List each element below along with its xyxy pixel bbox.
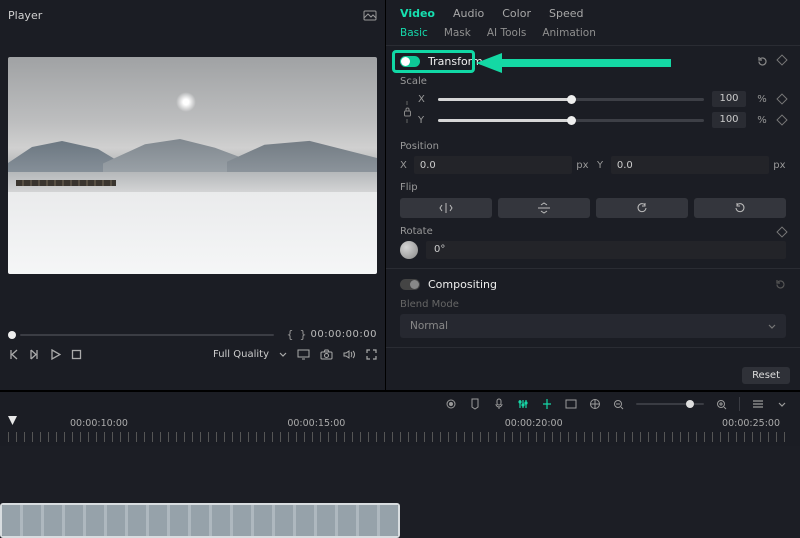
display-icon[interactable] [297,349,310,360]
subtab-basic[interactable]: Basic [400,27,428,39]
reset-section-icon[interactable] [757,56,768,67]
compositing-toggle[interactable] [400,279,420,290]
scale-y-slider[interactable] [438,119,704,122]
video-preview[interactable] [8,57,377,274]
timeline-ruler[interactable]: 00:00:10:00 00:00:15:00 00:00:20:00 00:0… [0,416,800,446]
position-label: Position [400,141,786,152]
rotate-cw-button[interactable] [694,198,786,218]
timeline-tracks[interactable] [0,446,800,538]
mixer-icon[interactable] [516,398,529,411]
flip-vertical-button[interactable] [498,198,590,218]
inspector-top-tabs: Video Audio Color Speed [386,0,800,23]
rotate-label: Rotate [400,226,433,237]
transform-toggle[interactable] [400,56,420,67]
scale-x-slider[interactable] [438,98,704,101]
scale-y-keyframe[interactable] [778,116,786,124]
player-timecode: 00:00:00:00 [310,329,377,340]
ruler-mark: 00:00:15:00 [287,418,345,429]
timeline-toolbar [0,392,800,416]
inspector-sub-tabs: Basic Mask AI Tools Animation [386,23,800,46]
lock-aspect-icon[interactable] [403,107,412,117]
subtab-animation[interactable]: Animation [542,27,596,39]
guide-icon[interactable] [588,398,601,411]
snapshot-icon[interactable] [363,10,377,21]
blend-mode-label: Blend Mode [400,299,786,310]
flip-horizontal-button[interactable] [400,198,492,218]
fullscreen-icon[interactable] [366,349,377,360]
frame-icon[interactable] [564,398,577,411]
next-frame-button[interactable] [29,349,40,360]
stop-button[interactable] [71,349,82,360]
tab-speed[interactable]: Speed [549,7,583,20]
subtab-mask[interactable]: Mask [444,27,471,39]
playhead[interactable] [8,416,17,425]
tab-video[interactable]: Video [400,7,435,20]
play-button[interactable] [50,349,61,360]
position-x-input[interactable] [414,156,572,174]
seek-bar[interactable]: {} 00:00:00:00 [8,328,377,341]
list-view-icon[interactable] [751,398,764,411]
mark-out-icon[interactable]: } [299,328,306,341]
rotate-keyframe[interactable] [778,228,786,236]
marker-icon[interactable] [468,398,481,411]
record-icon[interactable] [444,398,457,411]
zoom-slider[interactable] [636,403,704,405]
prev-frame-button[interactable] [8,349,19,360]
tab-color[interactable]: Color [502,7,531,20]
quality-dropdown[interactable]: Full Quality [213,349,269,360]
ruler-mark: 00:00:20:00 [505,418,563,429]
scale-x-keyframe[interactable] [778,95,786,103]
ruler-mark: 00:00:25:00 [722,418,780,429]
camera-icon[interactable] [320,349,333,360]
chevron-down-icon[interactable] [775,398,788,411]
compositing-reset-icon[interactable] [775,279,786,290]
transform-title: Transform [428,55,483,68]
rotate-value[interactable]: 0° [426,241,786,259]
compositing-section: Compositing Blend Mode Normal [386,269,800,348]
snap-icon[interactable] [540,398,553,411]
mark-in-icon[interactable]: { [286,328,293,341]
zoom-out-icon[interactable] [612,398,625,411]
rotate-dial[interactable] [400,241,418,259]
video-clip[interactable] [0,503,400,538]
scale-label: Scale [400,76,786,87]
subtab-aitools[interactable]: AI Tools [487,27,526,39]
scale-y-value[interactable]: 100 [712,112,746,128]
scale-x-value[interactable]: 100 [712,91,746,107]
scale-x-label: X [418,94,430,105]
compositing-title: Compositing [428,278,497,291]
zoom-in-icon[interactable] [715,398,728,411]
tab-audio[interactable]: Audio [453,7,484,20]
volume-icon[interactable] [343,349,356,360]
mic-icon[interactable] [492,398,505,411]
chevron-down-icon[interactable] [279,352,287,357]
flip-label: Flip [400,182,786,193]
transform-section: Transform Scale [386,46,800,269]
player-title: Player [8,9,42,22]
rotate-ccw-button[interactable] [596,198,688,218]
reset-button[interactable]: Reset [742,367,790,384]
scale-y-label: Y [418,115,430,126]
inspector-panel: Video Audio Color Speed Basic Mask AI To… [385,0,800,390]
ruler-mark: 00:00:10:00 [70,418,128,429]
keyframe-icon[interactable] [778,56,786,67]
blend-mode-select[interactable]: Normal [400,314,786,338]
player-panel: Player {} 00:00:00:00 Full Q [0,0,385,390]
position-y-input[interactable] [611,156,769,174]
